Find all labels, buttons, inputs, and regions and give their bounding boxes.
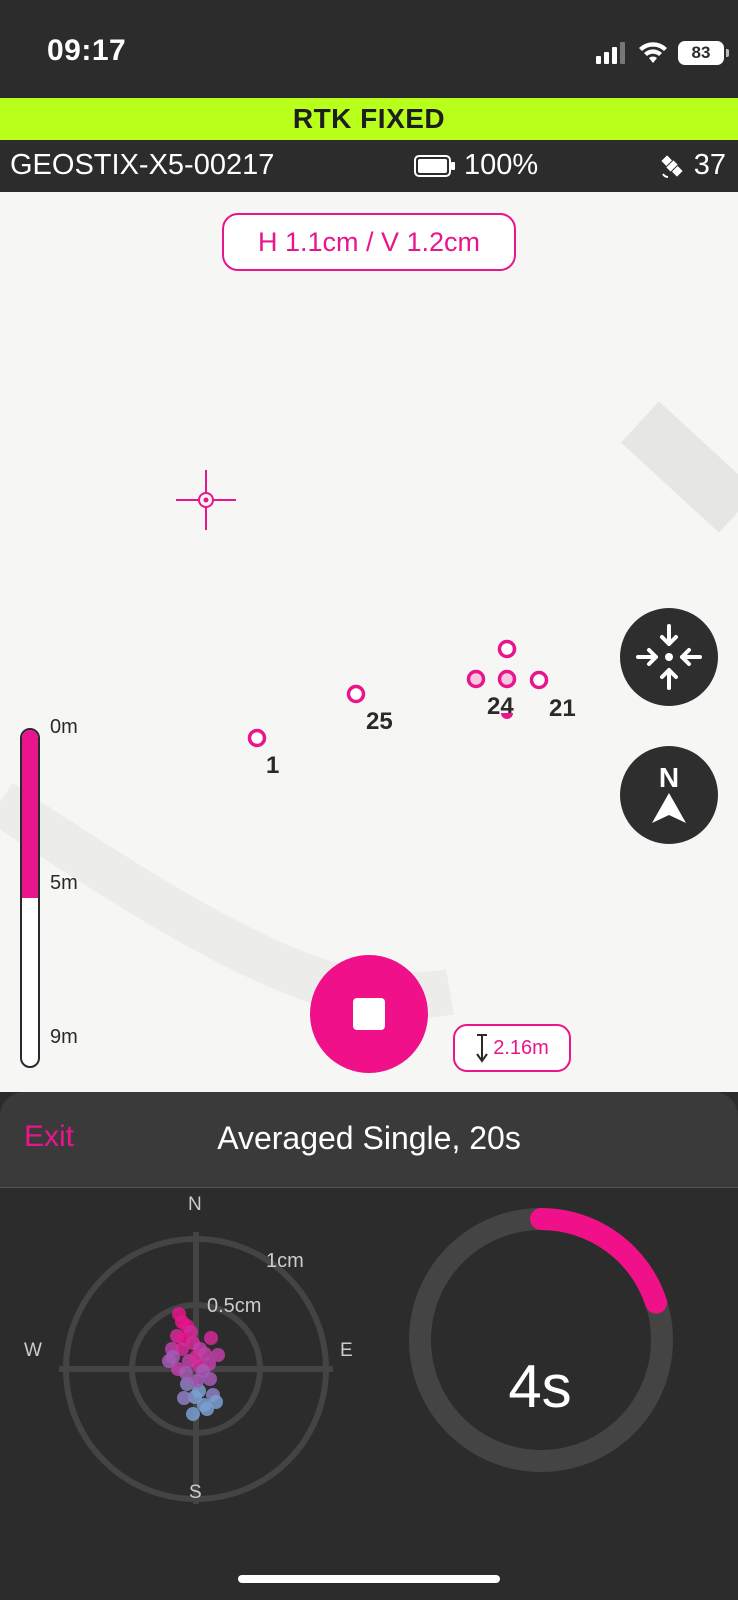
countdown-text: 4s — [508, 1353, 572, 1420]
scatter-south-label: S — [189, 1482, 202, 1503]
satellite-count: 37 — [658, 149, 726, 182]
stop-icon — [353, 998, 385, 1030]
scatter-north-label: N — [188, 1194, 202, 1215]
status-bar: 09:17 83 — [0, 0, 738, 98]
depth-scale-fill — [22, 730, 38, 898]
north-up-button[interactable]: N — [620, 746, 718, 844]
device-battery-percent: 100% — [464, 149, 539, 181]
clock-time: 09:17 — [47, 34, 127, 67]
stop-recording-button[interactable] — [310, 955, 428, 1073]
crosshair-icon — [176, 470, 236, 530]
survey-point-21[interactable] — [529, 670, 549, 690]
wifi-icon — [639, 42, 667, 63]
scatter-sample — [198, 1347, 212, 1361]
depth-scale — [20, 728, 40, 1068]
depth-label-bottom: 9m — [50, 1026, 78, 1048]
survey-point-1[interactable] — [247, 728, 267, 748]
recenter-icon — [636, 624, 702, 690]
satellite-icon — [661, 154, 683, 178]
point-label: 21 — [549, 695, 576, 722]
scatter-west-label: W — [24, 1340, 42, 1361]
scatter-east-label: E — [340, 1340, 353, 1361]
survey-point-cluster-top[interactable] — [497, 639, 517, 659]
inner-ring-label: 0.5cm — [207, 1295, 262, 1317]
device-info-bar: GEOSTIX-X5-00217 100% 37 — [0, 140, 738, 192]
rtk-status-banner: RTK FIXED — [0, 98, 738, 140]
countdown-ring — [409, 1208, 673, 1472]
measurement-sheet: Exit Averaged Single, 20s N S W E 1cm 0.… — [0, 1092, 738, 1600]
height-arrow-icon — [476, 1034, 489, 1063]
recenter-button[interactable] — [620, 608, 718, 706]
battery-icon — [414, 154, 455, 177]
north-arrow-icon — [652, 793, 686, 823]
survey-point-24[interactable] — [497, 669, 517, 689]
current-position-marker — [501, 713, 513, 719]
scatter-sample — [203, 1372, 217, 1386]
depth-label-mid: 5m — [50, 872, 78, 894]
scatter-sample — [162, 1354, 176, 1368]
device-battery: 100% — [414, 149, 538, 182]
scatter-sample — [200, 1402, 214, 1416]
antenna-height-badge[interactable]: 2.16m — [453, 1024, 571, 1072]
phone-battery-indicator: 83 — [678, 41, 729, 65]
point-label: 25 — [366, 708, 393, 735]
scatter-sample — [204, 1331, 218, 1345]
scatter-sample — [179, 1366, 193, 1380]
scatter-sample — [186, 1407, 200, 1421]
satellite-count-value: 37 — [693, 149, 726, 181]
cellular-signal-icon — [596, 42, 625, 64]
antenna-height-value: 2.16m — [493, 1036, 549, 1059]
status-icons: 83 — [596, 40, 729, 66]
north-letter: N — [658, 762, 680, 793]
outer-ring-label: 1cm — [266, 1250, 304, 1272]
accuracy-badge: H 1.1cm / V 1.2cm — [222, 213, 516, 271]
countdown-progress — [530, 1208, 668, 1314]
precision-scatter-plot — [59, 1232, 333, 1504]
home-indicator[interactable] — [238, 1575, 500, 1583]
scatter-sample — [177, 1391, 191, 1405]
depth-label-top: 0m — [50, 716, 78, 738]
point-label: 1 — [266, 752, 280, 779]
device-id: GEOSTIX-X5-00217 — [10, 149, 275, 181]
survey-point-cluster-left[interactable] — [466, 669, 486, 689]
map-view[interactable]: H 1.1cm / V 1.2cm 1 25 24 21 N 0m 5m 9m … — [0, 192, 738, 1092]
phone-battery-level: 83 — [691, 43, 711, 62]
survey-point-25[interactable] — [346, 684, 366, 704]
